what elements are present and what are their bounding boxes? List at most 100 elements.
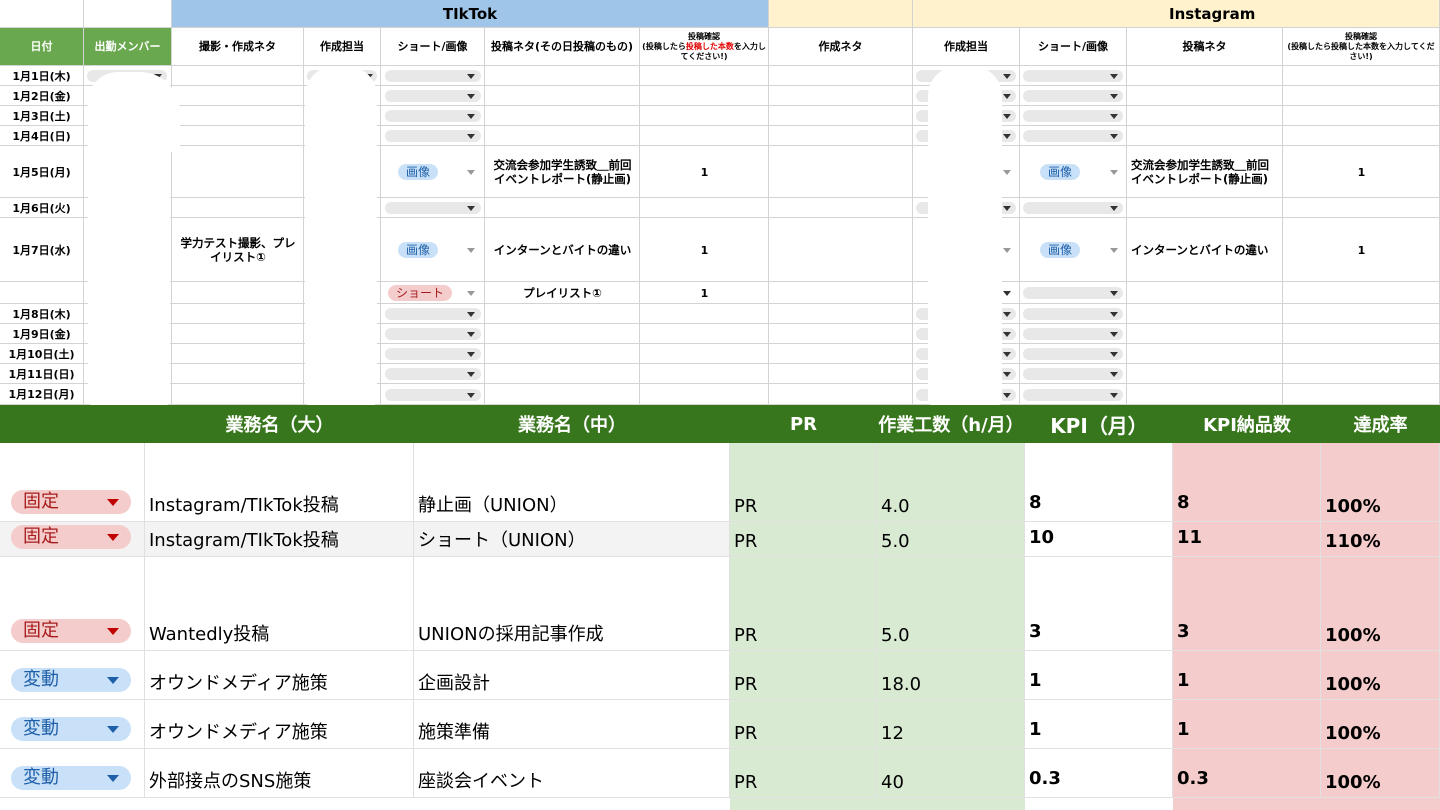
- category-tag-dropdown[interactable]: 変動: [11, 668, 131, 692]
- mid-task-cell[interactable]: 企画設計: [414, 651, 730, 700]
- grid-cell[interactable]: [640, 384, 769, 405]
- grid-cell[interactable]: [769, 324, 913, 344]
- ig-type-chip[interactable]: 画像: [1040, 242, 1081, 258]
- grid-cell[interactable]: [640, 304, 769, 324]
- date-cell[interactable]: 1月11日(日): [0, 364, 84, 384]
- grid-cell[interactable]: [485, 344, 640, 364]
- hours-cell[interactable]: 40: [877, 749, 1025, 798]
- kpi-cell[interactable]: 10: [1025, 522, 1173, 557]
- grid-cell[interactable]: [1127, 384, 1283, 405]
- grid-cell[interactable]: [1127, 198, 1283, 218]
- delivered-cell[interactable]: 8: [1173, 443, 1321, 522]
- ig-type-dropdown[interactable]: [1023, 202, 1123, 214]
- date-cell[interactable]: 1月7日(水): [0, 218, 84, 282]
- grid-cell[interactable]: [1283, 384, 1440, 405]
- delivered-cell[interactable]: 1: [1173, 700, 1321, 749]
- date-cell[interactable]: 1月6日(火): [0, 198, 84, 218]
- delivered-cell[interactable]: 1: [1173, 651, 1321, 700]
- grid-cell[interactable]: [769, 344, 913, 364]
- grid-cell[interactable]: [769, 218, 913, 282]
- grid-cell[interactable]: [172, 198, 304, 218]
- grid-cell[interactable]: [172, 282, 304, 304]
- hours-cell[interactable]: 4.0: [877, 443, 1025, 522]
- grid-cell[interactable]: [640, 364, 769, 384]
- grid-cell[interactable]: [485, 384, 640, 405]
- big-task-cell[interactable]: 外部接点のSNS施策: [145, 749, 414, 798]
- ig-type-chip[interactable]: 画像: [1040, 164, 1081, 180]
- grid-cell[interactable]: [769, 364, 913, 384]
- grid-cell[interactable]: [172, 304, 304, 324]
- grid-cell[interactable]: [1127, 66, 1283, 86]
- ig-type-dropdown[interactable]: [1023, 287, 1123, 299]
- hours-cell[interactable]: 18.0: [877, 651, 1025, 700]
- tiktok-type-chip[interactable]: ショート: [388, 285, 453, 301]
- ig-type-dropdown[interactable]: [1023, 368, 1123, 380]
- delivered-cell[interactable]: 11: [1173, 522, 1321, 557]
- kpi-cell[interactable]: 8: [1025, 443, 1173, 522]
- ig-type-dropdown[interactable]: [1023, 130, 1123, 142]
- grid-cell[interactable]: [640, 324, 769, 344]
- kpi-cell[interactable]: 1: [1025, 700, 1173, 749]
- date-cell[interactable]: 1月5日(月): [0, 146, 84, 198]
- ig-type-dropdown[interactable]: [1023, 70, 1123, 82]
- mid-task-cell[interactable]: 座談会イベント: [414, 749, 730, 798]
- big-task-cell[interactable]: Instagram/TIkTok投稿: [145, 522, 414, 557]
- grid-cell[interactable]: [769, 106, 913, 126]
- ig-type-dropdown[interactable]: [1023, 328, 1123, 340]
- grid-cell[interactable]: [172, 86, 304, 106]
- grid-cell[interactable]: [485, 324, 640, 344]
- mid-task-cell[interactable]: 静止画（UNION）: [414, 443, 730, 522]
- date-cell[interactable]: 1月3日(土): [0, 106, 84, 126]
- big-task-cell[interactable]: Instagram/TIkTok投稿: [145, 443, 414, 522]
- rate-cell[interactable]: 100%: [1321, 749, 1440, 798]
- ig-type-dropdown[interactable]: [1023, 90, 1123, 102]
- kpi-cell[interactable]: 3: [1025, 557, 1173, 651]
- category-tag-dropdown[interactable]: 変動: [11, 717, 131, 741]
- category-tag-dropdown[interactable]: 固定: [11, 490, 131, 514]
- grid-cell[interactable]: [1127, 304, 1283, 324]
- grid-cell[interactable]: [769, 304, 913, 324]
- grid-cell[interactable]: [1283, 126, 1440, 146]
- grid-cell[interactable]: [485, 66, 640, 86]
- grid-cell[interactable]: [769, 384, 913, 405]
- grid-cell[interactable]: [640, 344, 769, 364]
- category-tag-dropdown[interactable]: 固定: [11, 525, 131, 549]
- grid-cell[interactable]: [1283, 86, 1440, 106]
- date-cell[interactable]: 1月12日(月): [0, 384, 84, 405]
- pr-cell[interactable]: PR: [730, 522, 877, 557]
- hours-cell[interactable]: 5.0: [877, 522, 1025, 557]
- tiktok-type-chip[interactable]: 画像: [398, 242, 439, 258]
- grid-cell[interactable]: [1127, 364, 1283, 384]
- grid-cell[interactable]: [485, 304, 640, 324]
- rate-cell[interactable]: 110%: [1321, 522, 1440, 557]
- pr-cell[interactable]: PR: [730, 443, 877, 522]
- hours-cell[interactable]: 12: [877, 700, 1025, 749]
- ig-type-dropdown[interactable]: [1023, 348, 1123, 360]
- grid-cell[interactable]: [640, 126, 769, 146]
- grid-cell[interactable]: [485, 86, 640, 106]
- grid-cell[interactable]: [172, 126, 304, 146]
- date-cell[interactable]: 1月10日(土): [0, 344, 84, 364]
- grid-cell[interactable]: [1127, 126, 1283, 146]
- grid-cell[interactable]: [1283, 344, 1440, 364]
- date-cell[interactable]: [0, 282, 84, 304]
- pr-cell[interactable]: PR: [730, 749, 877, 798]
- grid-cell[interactable]: [1127, 324, 1283, 344]
- date-cell[interactable]: 1月9日(金): [0, 324, 84, 344]
- rate-cell[interactable]: 100%: [1321, 700, 1440, 749]
- grid-cell[interactable]: [1283, 66, 1440, 86]
- date-cell[interactable]: 1月2日(金): [0, 86, 84, 106]
- rate-cell[interactable]: 100%: [1321, 443, 1440, 522]
- grid-cell[interactable]: [769, 198, 913, 218]
- ig-type-dropdown[interactable]: [1023, 308, 1123, 320]
- grid-cell[interactable]: [640, 86, 769, 106]
- grid-cell[interactable]: [640, 66, 769, 86]
- pr-cell[interactable]: PR: [730, 700, 877, 749]
- date-cell[interactable]: 1月8日(木): [0, 304, 84, 324]
- mid-task-cell[interactable]: 施策準備: [414, 700, 730, 749]
- grid-cell[interactable]: [172, 66, 304, 86]
- grid-cell[interactable]: [1283, 198, 1440, 218]
- grid-cell[interactable]: [769, 126, 913, 146]
- grid-cell[interactable]: [640, 198, 769, 218]
- grid-cell[interactable]: [485, 126, 640, 146]
